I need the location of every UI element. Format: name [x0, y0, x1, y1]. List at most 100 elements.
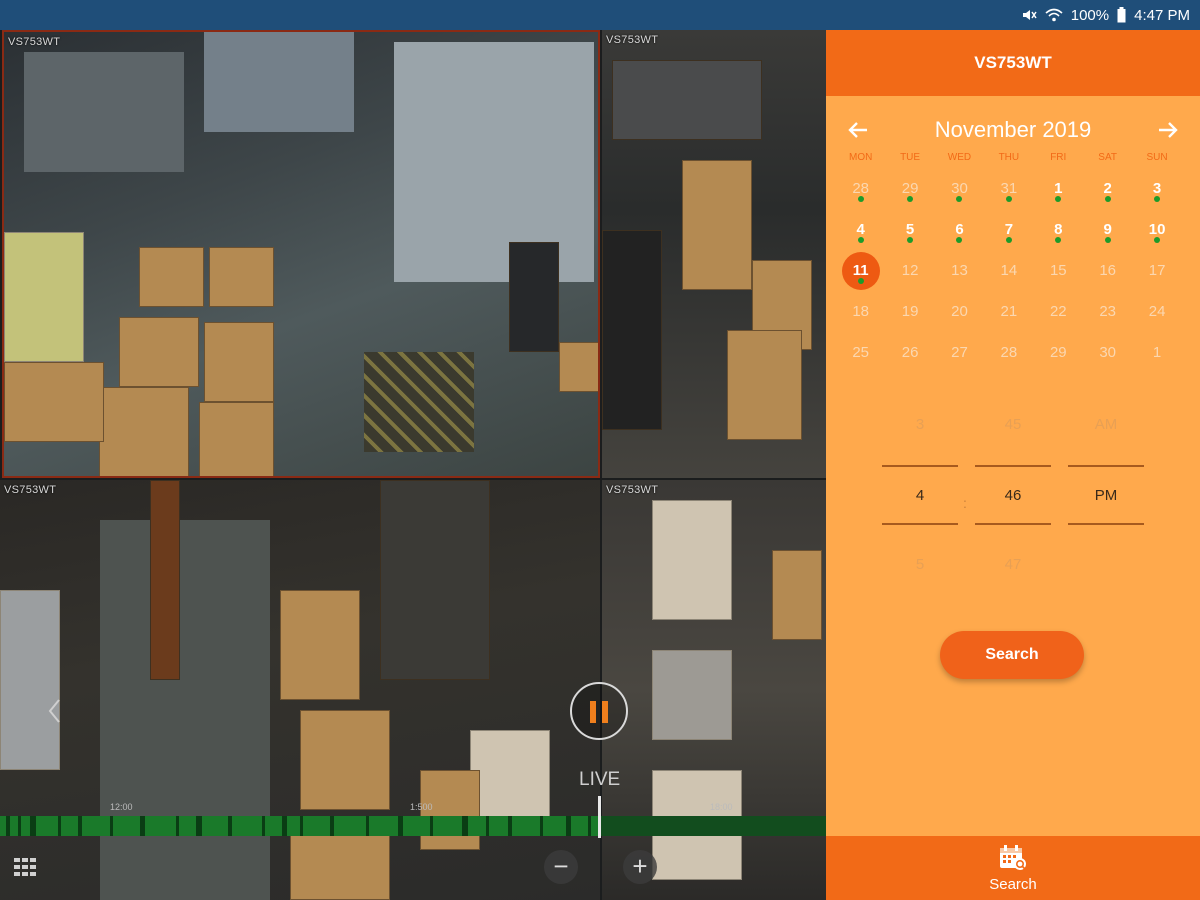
- calendar-day[interactable]: 31: [984, 170, 1033, 210]
- zoom-out-button[interactable]: −: [544, 850, 578, 884]
- calendar-day-number: 1: [1152, 344, 1162, 361]
- ampm-picker[interactable]: AM PM: [1068, 410, 1144, 580]
- hour-picker[interactable]: 3 4 5: [882, 410, 958, 580]
- calendar-day[interactable]: 18: [836, 293, 885, 333]
- calendar-day[interactable]: 26: [885, 334, 934, 374]
- shelf-unit: [380, 480, 490, 680]
- calendar-day-number: 31: [1000, 180, 1018, 197]
- calendar-day[interactable]: 23: [1083, 293, 1132, 333]
- calendar-day-number: 1: [1054, 180, 1063, 197]
- minute-above[interactable]: 45: [975, 410, 1051, 440]
- calendar-day-number: 11: [841, 252, 880, 290]
- calendar-day-number: 12: [901, 262, 919, 279]
- calendar-day[interactable]: 27: [935, 334, 984, 374]
- calendar-day-selected[interactable]: 11: [836, 252, 885, 292]
- pallet-stack: [652, 650, 732, 740]
- calendar-day-number: 27: [951, 344, 968, 361]
- hour-below[interactable]: 5: [882, 550, 958, 580]
- camera-view-4[interactable]: VS753WT: [602, 480, 826, 900]
- minute-below[interactable]: 47: [975, 550, 1051, 580]
- weekday-label: THU: [998, 152, 1020, 163]
- calendar-day[interactable]: 24: [1132, 293, 1181, 333]
- calendar-day[interactable]: 25: [836, 334, 885, 374]
- calendar-day-number: 24: [1148, 303, 1166, 320]
- camera-label: VS753WT: [8, 36, 61, 48]
- minute-current[interactable]: 46: [975, 465, 1051, 525]
- calendar-day[interactable]: 2: [1083, 170, 1132, 210]
- calendar-day[interactable]: 22: [1034, 293, 1083, 333]
- search-button[interactable]: Search: [940, 631, 1084, 679]
- cardboard-box: [280, 590, 360, 700]
- recording-available-dot: [1104, 196, 1111, 202]
- arrow-right-icon[interactable]: [1156, 118, 1180, 142]
- camera-view-2[interactable]: VS753WT: [602, 30, 826, 478]
- calendar-day[interactable]: 6: [935, 211, 984, 251]
- cardboard-box: [559, 342, 598, 392]
- timeline-cursor[interactable]: [598, 796, 601, 838]
- calendar-day[interactable]: 29: [885, 170, 934, 210]
- calendar-day[interactable]: 30: [935, 170, 984, 210]
- calendar-day-number: 21: [1000, 303, 1018, 320]
- minute-picker[interactable]: 45 46 47: [975, 410, 1051, 580]
- calendar-day[interactable]: 4: [836, 211, 885, 251]
- calendar-day[interactable]: 1: [1132, 334, 1181, 374]
- calendar-day-number: 16: [1099, 262, 1117, 279]
- calendar-day[interactable]: 14: [984, 252, 1033, 292]
- ampm-below[interactable]: [1068, 550, 1144, 580]
- cardboard-box: [209, 247, 274, 307]
- cardboard-box: [199, 402, 274, 476]
- ampm-current[interactable]: PM: [1068, 465, 1144, 525]
- pause-button[interactable]: [570, 682, 628, 740]
- calendar-day[interactable]: 17: [1132, 252, 1181, 292]
- recording-timeline[interactable]: [0, 796, 826, 838]
- cardboard-box: [727, 330, 802, 440]
- calendar-day[interactable]: 16: [1083, 252, 1132, 292]
- floor-marking: [364, 352, 474, 452]
- clock: 4:47 PM: [1134, 6, 1190, 24]
- calendar-day[interactable]: 28: [984, 334, 1033, 374]
- calendar-day[interactable]: 20: [935, 293, 984, 333]
- calendar-day-number: 18: [852, 303, 870, 320]
- calendar-day-number: 15: [1049, 262, 1067, 279]
- calendar-day[interactable]: 5: [885, 211, 934, 251]
- hour-current[interactable]: 4: [882, 465, 958, 525]
- calendar-day[interactable]: 12: [885, 252, 934, 292]
- calendar-day[interactable]: 3: [1132, 170, 1181, 210]
- calendar-day-number: 30: [951, 180, 968, 197]
- calendar-day-number: 28: [1000, 344, 1018, 361]
- scene-wall: [24, 52, 184, 172]
- zoom-in-button[interactable]: +: [623, 850, 657, 884]
- calendar-day[interactable]: 1: [1034, 170, 1083, 210]
- grid-layout-icon[interactable]: [14, 858, 36, 876]
- ampm-above[interactable]: AM: [1068, 410, 1144, 440]
- calendar-day-number: 3: [1152, 180, 1162, 197]
- calendar-day-number: 6: [955, 221, 964, 238]
- calendar-day[interactable]: 29: [1034, 334, 1083, 374]
- recording-available-dot: [1104, 237, 1111, 243]
- calendar-day[interactable]: 19: [885, 293, 934, 333]
- timeline-tick: 12:00: [110, 802, 133, 812]
- calendar-day-number: 14: [1000, 262, 1018, 279]
- calendar-search-icon[interactable]: [998, 844, 1028, 872]
- calendar-day[interactable]: 13: [935, 252, 984, 292]
- calendar-day[interactable]: 9: [1083, 211, 1132, 251]
- calendar-day[interactable]: 21: [984, 293, 1033, 333]
- bottom-nav-search-label[interactable]: Search: [826, 876, 1200, 893]
- weekday-label: WED: [947, 152, 972, 163]
- hour-above[interactable]: 3: [882, 410, 958, 440]
- calendar-day[interactable]: 15: [1034, 252, 1083, 292]
- previous-arrow-icon[interactable]: [44, 696, 66, 726]
- pallet-stack: [652, 500, 732, 620]
- calendar-day-number: 19: [901, 303, 919, 320]
- calendar-day[interactable]: 10: [1132, 211, 1181, 251]
- calendar-day[interactable]: 28: [836, 170, 885, 210]
- scene-aisle-floor: [100, 520, 270, 900]
- camera-label: VS753WT: [4, 484, 57, 496]
- calendar-day[interactable]: 30: [1083, 334, 1132, 374]
- calendar-day[interactable]: 8: [1034, 211, 1083, 251]
- calendar-day[interactable]: 7: [984, 211, 1033, 251]
- camera-view-3[interactable]: VS753WT: [0, 480, 600, 900]
- camera-view-1[interactable]: VS753WT: [2, 30, 600, 478]
- cardboard-box: [119, 317, 199, 387]
- recording-available-dot: [857, 278, 864, 284]
